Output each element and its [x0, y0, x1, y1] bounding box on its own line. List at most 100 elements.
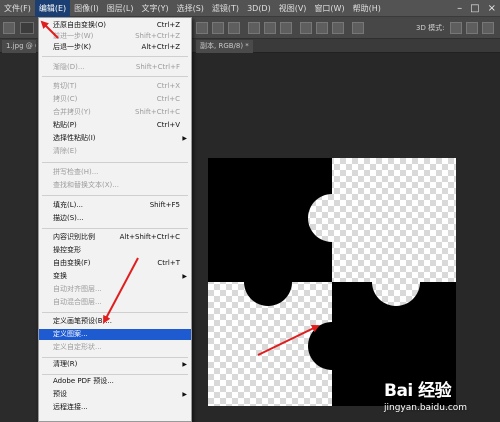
- baidu-jingyan-watermark: Bai 经验 jingyan.baidu.com: [384, 376, 494, 418]
- menu-item-fill[interactable]: 填充(L)... Shift+F5: [39, 200, 191, 211]
- minimize-icon[interactable]: –: [457, 3, 462, 14]
- 3d-roll-icon[interactable]: [466, 22, 478, 34]
- menu-item-define-pattern[interactable]: 定义图案...: [39, 329, 191, 340]
- menu-item-copy[interactable]: 拷贝(C) Ctrl+C: [39, 94, 191, 105]
- menu-item-step-forward-shortcut: Shift+Ctrl+Z: [135, 32, 180, 40]
- close-icon[interactable]: ×: [488, 3, 496, 14]
- align-left-icon[interactable]: [196, 22, 208, 34]
- menu-filter[interactable]: 滤镜(T): [208, 0, 243, 17]
- menu-item-copy-merged[interactable]: 合并拷贝(Y) Shift+Ctrl+C: [39, 107, 191, 118]
- menu-help[interactable]: 帮助(H): [349, 0, 385, 17]
- menu-item-copy-merged-shortcut: Shift+Ctrl+C: [135, 108, 180, 116]
- menu-item-cut-shortcut: Ctrl+X: [156, 82, 180, 90]
- menu-item-copy-label: 拷贝(C): [53, 95, 78, 103]
- menu-item-content-aware-scale-shortcut: Alt+Shift+Ctrl+C: [119, 233, 180, 241]
- menu-item-define-custom-shape-label: 定义自定形状...: [53, 343, 102, 351]
- menu-item-adobe-pdf-presets[interactable]: Adobe PDF 预设...: [39, 376, 191, 387]
- menu-image[interactable]: 图像(I): [70, 0, 103, 17]
- align-center-icon[interactable]: [212, 22, 224, 34]
- menu-item-transform[interactable]: 变换 ▶: [39, 271, 191, 282]
- menu-item-copy-shortcut: Ctrl+C: [156, 95, 180, 103]
- menu-item-define-brush-label: 定义画笔预设(B)...: [53, 317, 112, 325]
- menu-item-find-replace-label: 查找和替换文本(X)...: [53, 181, 119, 189]
- menu-item-clear-label: 清除(E): [53, 147, 77, 155]
- submenu-arrow-icon: ▶: [182, 135, 187, 142]
- menu-file[interactable]: 文件(F): [0, 0, 35, 17]
- menu-item-step-forward-label: 前进一步(W): [53, 32, 94, 40]
- menu-select[interactable]: 选择(S): [173, 0, 208, 17]
- menu-item-spell-check[interactable]: 拼写检查(H)...: [39, 167, 191, 178]
- tool-option-box[interactable]: [20, 22, 34, 34]
- menu-item-remote-connections-label: 远程连接...: [53, 403, 88, 411]
- menu-item-stroke-label: 描边(S)...: [53, 214, 84, 222]
- menu-item-presets[interactable]: 预设 ▶: [39, 389, 191, 400]
- menu-view[interactable]: 视图(V): [275, 0, 311, 17]
- 3d-mode-label: 3D 模式:: [416, 24, 445, 32]
- menu-3d[interactable]: 3D(D): [243, 0, 275, 17]
- menu-item-presets-label: 预设: [53, 390, 67, 398]
- menu-separator: [42, 162, 188, 163]
- distribute-left-icon[interactable]: [300, 22, 312, 34]
- menu-item-paste-special[interactable]: 选择性粘贴(I) ▶: [39, 133, 191, 144]
- menu-item-fade-label: 渐隐(D)...: [53, 63, 85, 71]
- menu-item-step-forward[interactable]: 前进一步(W) Shift+Ctrl+Z: [39, 31, 191, 42]
- distribute-top-icon[interactable]: [248, 22, 260, 34]
- menu-item-paste[interactable]: 粘贴(P) Ctrl+V: [39, 120, 191, 131]
- menu-item-puppet-warp-label: 操控变形: [53, 246, 81, 254]
- menu-layer[interactable]: 图层(L): [103, 0, 138, 17]
- document-canvas[interactable]: [208, 158, 456, 406]
- auto-align-icon[interactable]: [352, 22, 364, 34]
- menu-item-free-transform-shortcut: Ctrl+T: [157, 259, 180, 267]
- menu-item-paste-shortcut: Ctrl+V: [156, 121, 180, 129]
- menu-item-paste-special-label: 选择性粘贴(I): [53, 134, 96, 142]
- 3d-pan-icon[interactable]: [482, 22, 494, 34]
- menu-item-define-brush[interactable]: 定义画笔预设(B)...: [39, 316, 191, 327]
- submenu-arrow-icon: ▶: [182, 391, 187, 398]
- submenu-arrow-icon: ▶: [182, 273, 187, 280]
- menu-item-auto-blend-layers[interactable]: 自动混合图层...: [39, 297, 191, 308]
- menu-item-auto-align-layers[interactable]: 自动对齐图层...: [39, 284, 191, 295]
- menu-item-remote-connections[interactable]: 远程连接...: [39, 402, 191, 413]
- menu-item-free-transform[interactable]: 自由变换(F) Ctrl+T: [39, 258, 191, 269]
- menu-item-purge[interactable]: 清理(R) ▶: [39, 359, 191, 370]
- menu-item-cut-label: 剪切(T): [53, 82, 77, 90]
- menu-item-fill-shortcut: Shift+F5: [149, 201, 180, 209]
- menu-item-undo-label: 还原自由变换(O): [53, 21, 106, 29]
- menu-item-content-aware-scale[interactable]: 内容识别比例 Alt+Shift+Ctrl+C: [39, 232, 191, 243]
- distribute-bottom-icon[interactable]: [280, 22, 292, 34]
- menu-item-fade[interactable]: 渐隐(D)... Shift+Ctrl+F: [39, 62, 191, 73]
- menu-item-purge-label: 清理(R): [53, 360, 78, 368]
- menu-item-fade-shortcut: Shift+Ctrl+F: [135, 63, 180, 71]
- menu-item-adobe-pdf-presets-label: Adobe PDF 预设...: [53, 377, 114, 385]
- window-controls: – □ ×: [457, 0, 496, 17]
- document-tab-1[interactable]: 1.jpg @ 66: [2, 40, 36, 53]
- menu-item-copy-merged-label: 合并拷贝(Y): [53, 108, 91, 116]
- menu-item-puppet-warp[interactable]: 操控变形: [39, 245, 191, 256]
- menu-item-cut[interactable]: 剪切(T) Ctrl+X: [39, 81, 191, 92]
- watermark-brand: Bai 经验: [384, 381, 452, 401]
- document-tab-2[interactable]: 副本, RGB/8) *: [196, 40, 253, 53]
- distribute-right-icon[interactable]: [332, 22, 344, 34]
- menu-item-stroke[interactable]: 描边(S)...: [39, 213, 191, 224]
- menu-item-step-backward[interactable]: 后退一步(K) Alt+Ctrl+Z: [39, 42, 191, 53]
- menu-item-undo[interactable]: 还原自由变换(O) Ctrl+Z: [39, 20, 191, 31]
- menu-item-auto-align-layers-label: 自动对齐图层...: [53, 285, 102, 293]
- menu-item-content-aware-scale-label: 内容识别比例: [53, 233, 95, 241]
- menu-item-find-replace[interactable]: 查找和替换文本(X)...: [39, 180, 191, 191]
- menu-item-clear[interactable]: 清除(E): [39, 146, 191, 157]
- menu-item-free-transform-label: 自由变换(F): [53, 259, 91, 267]
- menu-bar: 文件(F) 编辑(E) 图像(I) 图层(L) 文字(Y) 选择(S) 滤镜(T…: [0, 0, 500, 17]
- menu-separator: [42, 374, 188, 375]
- 3d-rotate-icon[interactable]: [450, 22, 462, 34]
- align-right-icon[interactable]: [228, 22, 240, 34]
- menu-item-step-backward-shortcut: Alt+Ctrl+Z: [141, 43, 180, 51]
- menu-window[interactable]: 窗口(W): [310, 0, 348, 17]
- distribute-middle-icon[interactable]: [264, 22, 276, 34]
- menu-separator: [42, 312, 188, 313]
- menu-edit[interactable]: 编辑(E): [34, 0, 71, 17]
- maximize-icon[interactable]: □: [470, 3, 479, 14]
- distribute-hcenter-icon[interactable]: [316, 22, 328, 34]
- menu-type[interactable]: 文字(Y): [137, 0, 172, 17]
- menu-item-define-custom-shape[interactable]: 定义自定形状...: [39, 342, 191, 353]
- tool-preset-icon[interactable]: [3, 22, 15, 34]
